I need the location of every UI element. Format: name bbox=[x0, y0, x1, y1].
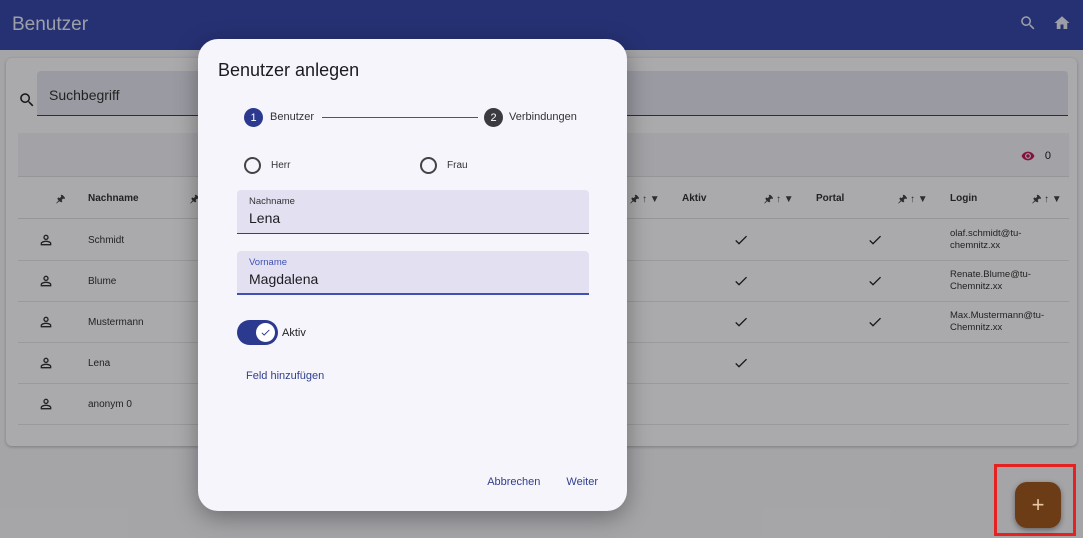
nachname-field[interactable]: Nachname Lena bbox=[237, 190, 589, 234]
check-icon bbox=[260, 327, 271, 338]
cancel-button[interactable]: Abbrechen bbox=[487, 476, 540, 488]
step-connector bbox=[322, 117, 478, 118]
add-field-link[interactable]: Feld hinzufügen bbox=[246, 370, 324, 382]
aktiv-toggle[interactable] bbox=[237, 320, 278, 345]
stepper: 1 Benutzer 2 Verbindungen bbox=[244, 108, 584, 128]
aktiv-toggle-row: Aktiv bbox=[237, 320, 306, 345]
step-2-label: Verbindungen bbox=[509, 111, 577, 123]
next-button[interactable]: Weiter bbox=[566, 476, 598, 488]
vorname-label: Vorname bbox=[249, 257, 288, 268]
vorname-value[interactable]: Magdalena bbox=[249, 271, 577, 287]
vorname-field[interactable]: Vorname Magdalena bbox=[237, 251, 589, 295]
radio-herr[interactable]: Herr bbox=[244, 157, 290, 174]
aktiv-toggle-label: Aktiv bbox=[282, 326, 306, 339]
radio-frau[interactable]: Frau bbox=[420, 157, 468, 174]
radio-circle-icon[interactable] bbox=[420, 157, 437, 174]
create-user-dialog: Benutzer anlegen 1 Benutzer 2 Verbindung… bbox=[198, 39, 627, 511]
dialog-title: Benutzer anlegen bbox=[218, 60, 360, 80]
salutation-radio-group: Herr Frau bbox=[244, 157, 504, 175]
nachname-value[interactable]: Lena bbox=[249, 210, 577, 226]
radio-herr-label: Herr bbox=[271, 160, 291, 171]
step-1-label: Benutzer bbox=[270, 111, 315, 123]
dialog-actions: Abbrechen Weiter bbox=[487, 476, 598, 488]
toggle-thumb bbox=[256, 323, 275, 342]
radio-frau-label: Frau bbox=[447, 160, 468, 171]
radio-circle-icon[interactable] bbox=[244, 157, 261, 174]
add-user-button[interactable]: + bbox=[1015, 482, 1061, 528]
step-2-indicator[interactable]: 2 bbox=[484, 108, 503, 127]
step-1-indicator[interactable]: 1 bbox=[244, 108, 263, 127]
nachname-label: Nachname bbox=[249, 196, 295, 207]
